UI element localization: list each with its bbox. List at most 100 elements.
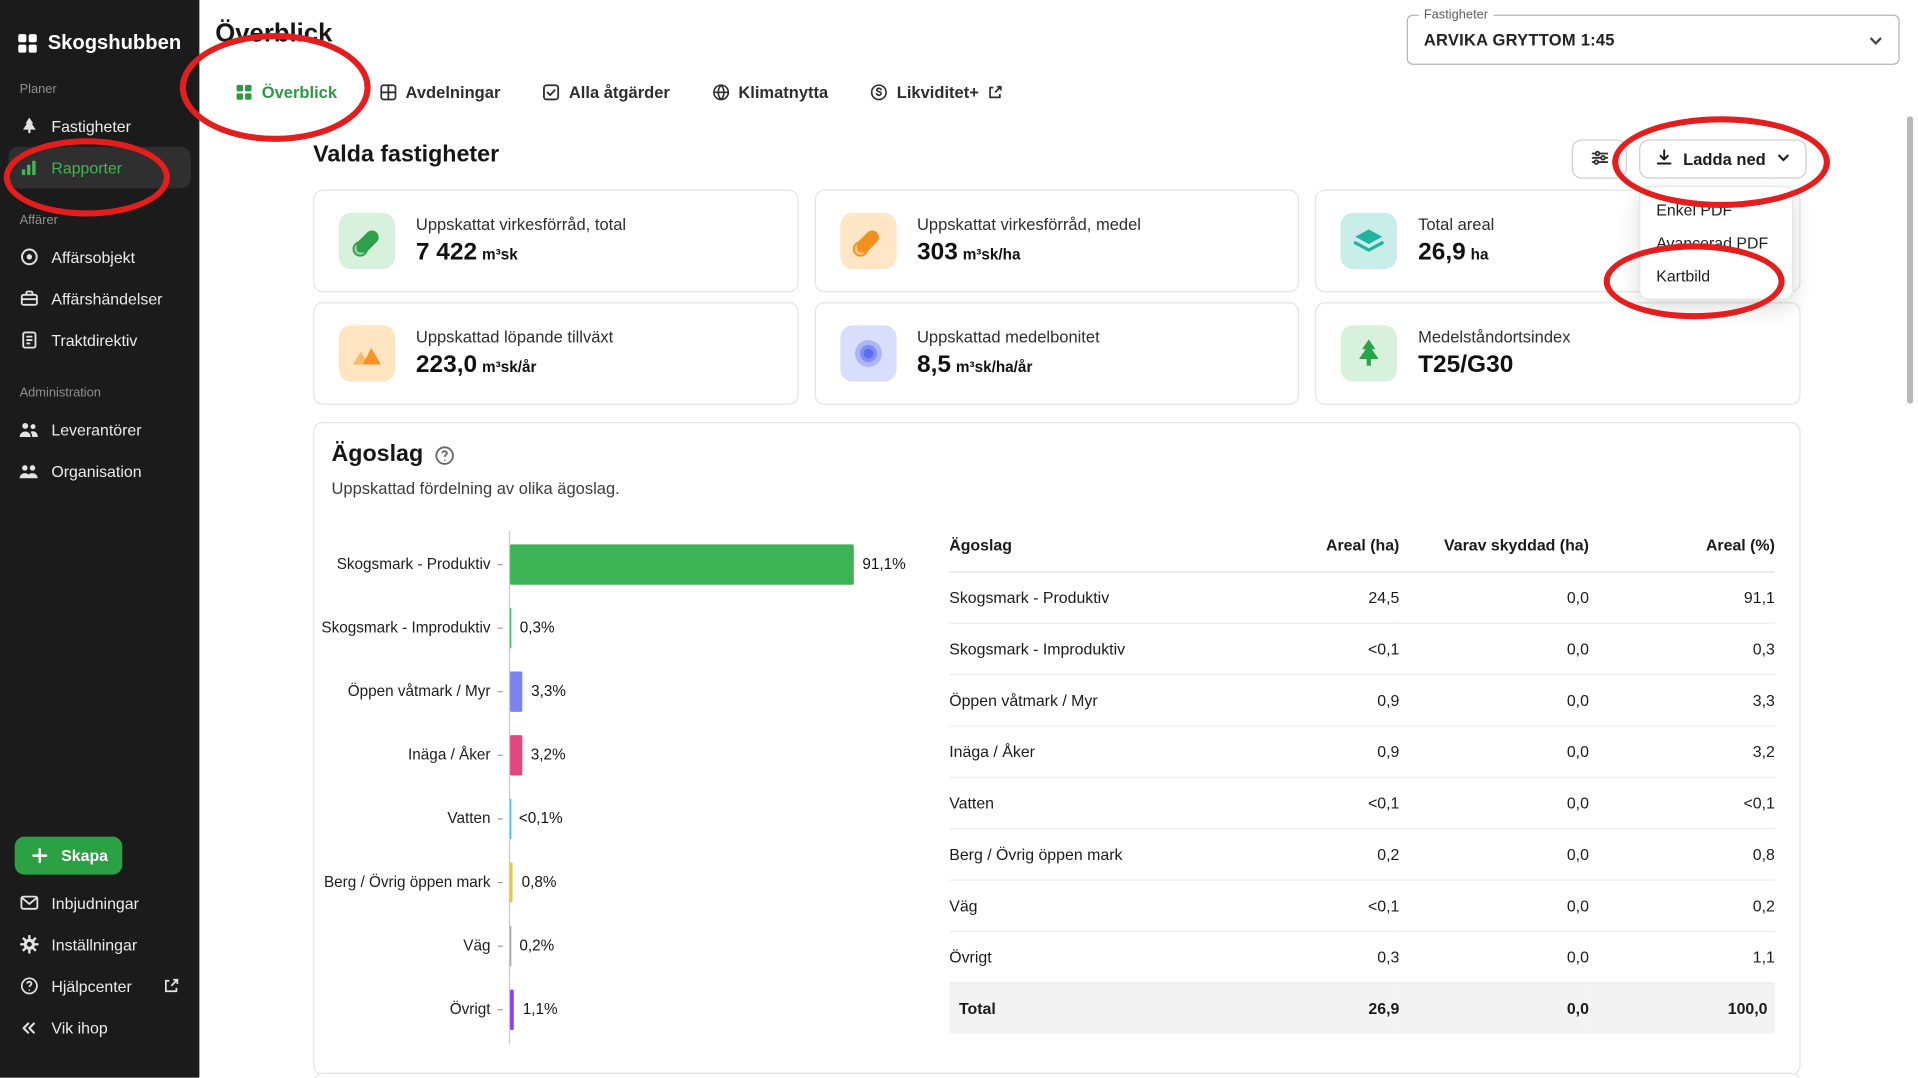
log-icon — [839, 212, 897, 270]
report-chart-icon — [18, 157, 39, 178]
chart-bar — [510, 607, 512, 648]
chart-category-label: Vatten — [447, 809, 491, 827]
download-menu: Enkel PDF Avancerad PDF Kartbild — [1639, 185, 1794, 300]
chart-value-label: 91,1% — [862, 555, 906, 573]
sidebar: Skogshubben Planer Fastigheter Rapporter… — [0, 0, 200, 1078]
agoslag-table-cell: <0,1 — [1588, 776, 1775, 829]
sidebar-item-label: Organisation — [51, 461, 142, 481]
chart-bar — [510, 543, 854, 585]
chart-row: Skogsmark - Improduktiv 0,3% — [314, 596, 938, 660]
stat-label: Uppskattat virkesförråd, total — [415, 215, 627, 234]
agoslag-table-header-row: Ägoslag Areal (ha) Varav skyddad (ha) Ar… — [949, 518, 1775, 572]
agoslag-table-cell: <0,1 — [1257, 776, 1400, 829]
scrollbar-thumb[interactable] — [1906, 116, 1914, 404]
chart-category-label: Öppen våtmark / Myr — [347, 682, 491, 700]
stat-value: 8,5 — [916, 351, 952, 378]
chart-category-label: Skogsmark - Improduktiv — [321, 618, 491, 637]
tree-icon — [18, 116, 39, 137]
tab-label: Alla åtgärder — [568, 82, 670, 101]
tab-avdelningar[interactable]: Avdelningar — [379, 83, 500, 101]
tab-label: Klimatnytta — [738, 82, 829, 101]
agoslag-table-row: Öppen våtmark / Myr 0,9 0,0 3,3 — [949, 673, 1775, 726]
section-title: Valda fastigheter — [313, 141, 500, 168]
download-button[interactable]: Ladda ned — [1639, 139, 1807, 179]
sidebar-item-organisation[interactable]: Organisation — [0, 450, 199, 492]
stat-unit: ha — [1470, 245, 1489, 263]
sidebar-item-label: Rapporter — [51, 158, 123, 177]
table-header-agoslag: Ägoslag — [949, 518, 1258, 572]
globe-icon — [711, 83, 729, 101]
agoslag-table-cell: 0,0 — [1399, 673, 1589, 726]
chart-value-label: <0,1% — [518, 809, 563, 827]
download-button-label: Ladda ned — [1683, 149, 1766, 169]
users-icon — [18, 419, 39, 440]
sidebar-item-rapporter[interactable]: Rapporter — [8, 146, 191, 189]
sidebar-item-label: Affärsobjekt — [51, 247, 136, 267]
app-logo: Skogshubben — [0, 0, 199, 57]
target-icon — [18, 246, 39, 267]
agoslag-table-cell: Berg / Övrig öppen mark — [949, 828, 1258, 881]
sidebar-item-label: Vik ihop — [51, 1018, 108, 1037]
chart-category-label: Skogsmark - Produktiv — [336, 555, 491, 573]
sidebar-item-inbjudningar[interactable]: Inbjudningar — [0, 882, 199, 924]
sidebar-item-affarsobjekt[interactable]: Affärsobjekt — [0, 236, 199, 278]
tab-klimatnytta[interactable]: Klimatnytta — [711, 83, 828, 101]
gear-icon — [18, 934, 39, 955]
menu-item-kartbild[interactable]: Kartbild — [1640, 259, 1792, 292]
sidebar-section-planer: Planer — [19, 81, 57, 97]
stat-card-medelbonitet: Uppskattad medelbonitet 8,5 m³sk/ha/år — [814, 302, 1300, 405]
sidebar-item-affarshandelser[interactable]: Affärshändelser — [0, 278, 199, 320]
collapse-icon — [18, 1017, 39, 1038]
tab-alla-atgarder[interactable]: Alla åtgärder — [542, 83, 670, 101]
chart-bar — [510, 988, 515, 1030]
agoslag-table-body: Skogsmark - Produktiv 24,5 0,0 91,1 Skogsmar… — [949, 571, 1775, 1034]
tab-likviditet[interactable]: Likviditet+ — [870, 83, 1004, 101]
sidebar-section-affarer: Affärer — [19, 212, 58, 228]
agoslag-table-cell: <0,1 — [1257, 622, 1400, 675]
document-icon — [18, 330, 39, 351]
agoslag-table-cell: 100,0 — [1588, 982, 1775, 1034]
stat-value: T25/G30 — [1418, 351, 1514, 378]
next-section-card — [313, 1072, 1801, 1078]
settings-button[interactable] — [1571, 139, 1627, 179]
chart-category-label: Väg — [463, 936, 491, 955]
menu-item-enkel-pdf[interactable]: Enkel PDF — [1640, 193, 1792, 226]
property-selector[interactable]: Fastigheter ARVIKA GRYTTOM 1:45 — [1406, 7, 1900, 65]
chart-value-label: 0,8% — [521, 873, 557, 891]
sidebar-item-leverantorer[interactable]: Leverantörer — [0, 409, 199, 451]
chart-tick-mark — [497, 1008, 503, 1010]
sidebar-section-administration: Administration — [19, 385, 101, 400]
agoslag-table-cell: Öppen våtmark / Myr — [949, 673, 1258, 726]
stat-label: Uppskattat virkesförråd, medel — [916, 215, 1141, 234]
sidebar-item-fastigheter[interactable]: Fastigheter — [0, 105, 199, 147]
agoslag-table-cell: 0,9 — [1257, 673, 1400, 726]
help-icon[interactable] — [434, 445, 455, 466]
chevron-down-icon — [1776, 150, 1791, 168]
gradient-circle-icon — [839, 325, 897, 382]
chart-tick-mark — [497, 563, 503, 565]
sidebar-item-hjalpcenter[interactable]: Hjälpcenter — [0, 965, 199, 1007]
agoslag-table-cell: 0,2 — [1588, 879, 1775, 932]
stat-card-virkesforrad-medel: Uppskattat virkesförråd, medel 303 m³sk/h… — [814, 189, 1300, 293]
menu-item-avancerad-pdf[interactable]: Avancerad PDF — [1640, 226, 1792, 259]
agoslag-table-cell: 91,1 — [1588, 571, 1775, 624]
create-button[interactable]: Skapa — [14, 836, 123, 875]
agoslag-table-row: Övrigt 0,3 0,0 1,1 — [949, 930, 1775, 983]
chart-tick-mark — [497, 690, 503, 692]
sidebar-item-installningar[interactable]: Inställningar — [0, 924, 199, 966]
agoslag-table-total-row: Total 26,9 0,0 100,0 — [949, 982, 1775, 1034]
create-button-label: Skapa — [61, 846, 109, 865]
tab-overblick[interactable]: Överblick — [235, 83, 337, 101]
download-icon — [1655, 148, 1673, 170]
agoslag-table-cell: Total — [949, 982, 1258, 1034]
chart-tick-mark — [497, 881, 503, 883]
chart-category-label: Berg / Övrig öppen mark — [323, 873, 491, 891]
sidebar-item-traktdirektiv[interactable]: Traktdirektiv — [0, 319, 199, 361]
pine-tree-icon — [1341, 325, 1398, 382]
chart-tick-mark — [497, 817, 503, 819]
stat-card-lopande-tillvaxt: Uppskattad löpande tillväxt 223,0 m³sk/år — [313, 302, 799, 405]
grid-icon — [235, 83, 253, 101]
stat-card-medelstandortsindex: Medelståndortsindex T25/G30 — [1315, 302, 1801, 405]
sidebar-item-vik-ihop[interactable]: Vik ihop — [0, 1007, 199, 1049]
mountains-icon — [338, 325, 396, 382]
